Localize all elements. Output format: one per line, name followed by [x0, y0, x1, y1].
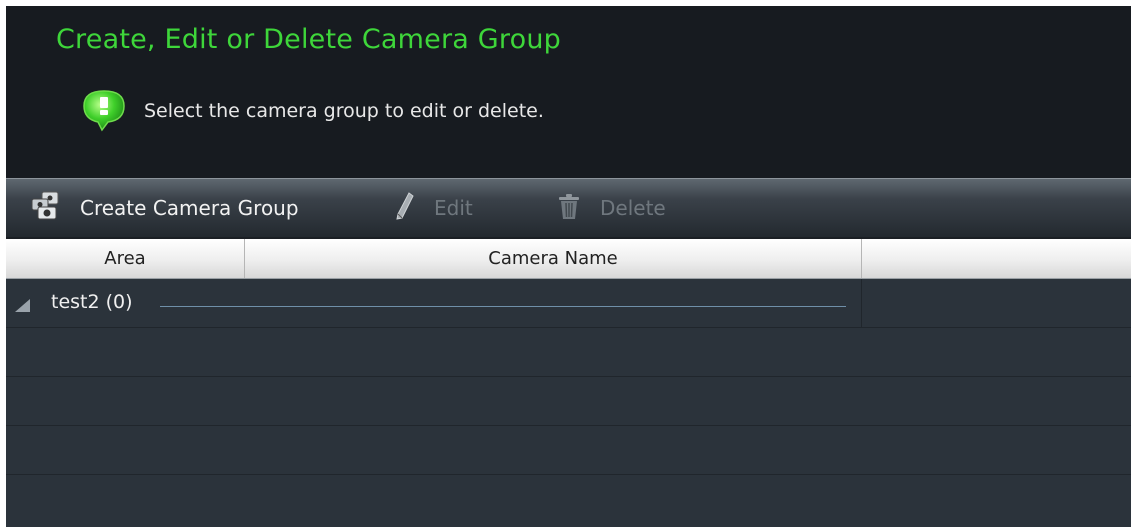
table-header: Area Camera Name: [6, 239, 1131, 279]
delete-button[interactable]: Delete: [556, 179, 666, 237]
edit-button[interactable]: Edit: [394, 179, 473, 237]
create-camera-group-button[interactable]: Create Camera Group: [28, 179, 299, 237]
group-divider-line: [160, 306, 846, 307]
empty-row: [6, 377, 1131, 426]
trash-icon: [556, 191, 582, 225]
group-row[interactable]: test2 (0): [6, 279, 1131, 328]
table-body: test2 (0): [6, 279, 1131, 527]
empty-row: [6, 328, 1131, 377]
hint-row: Select the camera group to edit or delet…: [80, 86, 544, 136]
delete-label: Delete: [600, 196, 666, 220]
toolbar: Create Camera Group Edit Delete: [6, 178, 1131, 239]
edit-label: Edit: [434, 196, 473, 220]
empty-row: [6, 426, 1131, 475]
column-header-area[interactable]: Area: [6, 239, 245, 278]
expand-triangle-icon[interactable]: [15, 299, 30, 312]
column-header-empty: [862, 239, 1131, 278]
column-header-camera-name[interactable]: Camera Name: [245, 239, 862, 278]
header: Create, Edit or Delete Camera Group Sele…: [6, 6, 1131, 178]
empty-row: [6, 475, 1131, 524]
page-title: Create, Edit or Delete Camera Group: [56, 24, 561, 55]
info-bubble-icon: [80, 86, 128, 136]
pencil-icon: [394, 191, 416, 225]
create-camera-group-label: Create Camera Group: [80, 196, 299, 220]
group-label: test2 (0): [51, 291, 133, 313]
group-row-cell: test2 (0): [6, 279, 862, 328]
hint-text: Select the camera group to edit or delet…: [144, 100, 544, 122]
camera-group-panel: Create, Edit or Delete Camera Group Sele…: [6, 6, 1131, 527]
camera-group-icon: [28, 189, 64, 227]
